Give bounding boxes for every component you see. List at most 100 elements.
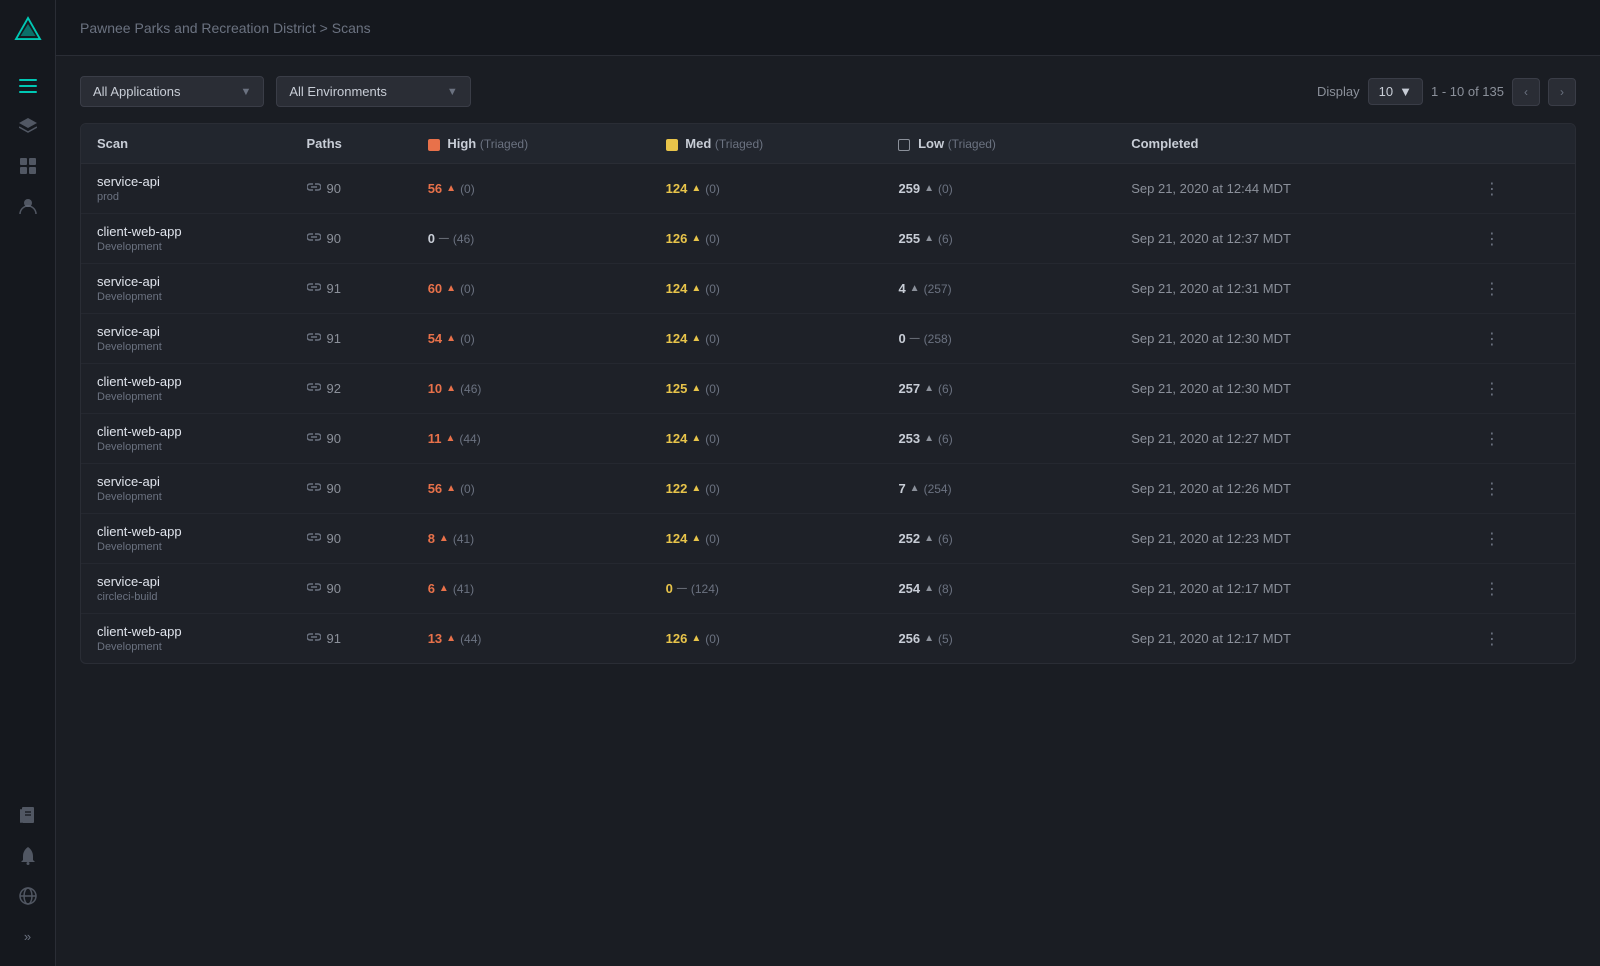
med-triaged: (0) <box>705 632 720 646</box>
applications-filter[interactable]: All Applications ▼ <box>80 76 264 107</box>
row-menu-button[interactable]: ⋮ <box>1476 175 1559 203</box>
main-content: Pawnee Parks and Recreation District > S… <box>56 0 1600 966</box>
filters-row: All Applications ▼ All Environments ▼ Di… <box>80 76 1576 107</box>
row-menu-button[interactable]: ⋮ <box>1476 475 1559 503</box>
high-num: 56 <box>428 481 442 496</box>
scans-table-container: Scan Paths High (Triaged) Med <box>80 123 1576 664</box>
high-cell: 10 ▲ (46) <box>412 364 650 414</box>
scan-env: Development <box>97 291 275 303</box>
row-actions-cell: ⋮ <box>1460 414 1575 464</box>
table-row[interactable]: client-web-app Development 90 8 ▲ <box>81 514 1575 564</box>
paths-count: 90 <box>327 231 341 246</box>
scan-name: client-web-app <box>97 424 275 439</box>
row-menu-button[interactable]: ⋮ <box>1476 425 1559 453</box>
low-cell: 253 ▲ (6) <box>882 414 1115 464</box>
high-triaged: (0) <box>460 332 475 346</box>
row-menu-button[interactable]: ⋮ <box>1476 325 1559 353</box>
low-triaged: (5) <box>938 632 953 646</box>
row-menu-button[interactable]: ⋮ <box>1476 275 1559 303</box>
table-row[interactable]: client-web-app Development 91 13 ▲ <box>81 614 1575 664</box>
med-num: 124 <box>666 281 688 296</box>
logo[interactable] <box>10 12 46 48</box>
med-color-indicator <box>666 139 678 151</box>
sidebar-expand-button[interactable]: » <box>10 918 46 954</box>
paths-count: 91 <box>327 331 341 346</box>
low-num: 7 <box>898 481 905 496</box>
low-triaged: (6) <box>938 532 953 546</box>
paths-count: 92 <box>327 381 341 396</box>
scan-name-cell: client-web-app Development <box>81 364 291 414</box>
row-menu-button[interactable]: ⋮ <box>1476 225 1559 253</box>
low-arrow-icon: ▲ <box>910 483 920 494</box>
next-page-button[interactable]: › <box>1548 78 1576 106</box>
low-triaged: (0) <box>938 182 953 196</box>
sidebar-item-notifications[interactable] <box>10 838 46 874</box>
table-row[interactable]: client-web-app Development 90 0 — <box>81 214 1575 264</box>
high-arrow-icon: ▲ <box>446 283 456 294</box>
high-num: 0 <box>428 231 435 246</box>
table-row[interactable]: client-web-app Development 90 11 ▲ <box>81 414 1575 464</box>
table-row[interactable]: client-web-app Development 92 10 ▲ <box>81 364 1575 414</box>
scan-name-cell: client-web-app Development <box>81 614 291 664</box>
med-arrow-icon: ▲ <box>691 533 701 544</box>
med-dash-icon: — <box>677 583 687 594</box>
table-row[interactable]: service-api Development 90 56 ▲ (0 <box>81 464 1575 514</box>
med-cell: 124 ▲ (0) <box>650 514 883 564</box>
scan-env: circleci-build <box>97 591 275 603</box>
topbar: Pawnee Parks and Recreation District > S… <box>56 0 1600 56</box>
prev-page-button[interactable]: ‹ <box>1512 78 1540 106</box>
scan-env: Development <box>97 391 275 403</box>
med-cell: 124 ▲ (0) <box>650 164 883 214</box>
med-cell: 0 — (124) <box>650 564 883 614</box>
sidebar-item-layers[interactable] <box>10 108 46 144</box>
completed-cell: Sep 21, 2020 at 12:30 MDT <box>1115 364 1460 414</box>
col-med: Med (Triaged) <box>650 124 883 164</box>
med-cell: 124 ▲ (0) <box>650 414 883 464</box>
sidebar-item-users[interactable] <box>10 188 46 224</box>
med-arrow-icon: ▲ <box>691 183 701 194</box>
row-menu-button[interactable]: ⋮ <box>1476 625 1559 653</box>
completed-cell: Sep 21, 2020 at 12:30 MDT <box>1115 314 1460 364</box>
sidebar-item-dashboard[interactable] <box>10 148 46 184</box>
completed-cell: Sep 21, 2020 at 12:37 MDT <box>1115 214 1460 264</box>
scan-env: Development <box>97 441 275 453</box>
med-num: 124 <box>666 431 688 446</box>
link-icon <box>307 430 321 447</box>
display-chevron: ▼ <box>1399 84 1412 99</box>
scan-env: prod <box>97 191 275 203</box>
high-triaged: (0) <box>460 482 475 496</box>
col-actions <box>1460 124 1575 164</box>
table-row[interactable]: service-api circleci-build 90 6 ▲ <box>81 564 1575 614</box>
table-row[interactable]: service-api Development 91 54 ▲ (0 <box>81 314 1575 364</box>
completed-date: Sep 21, 2020 at 12:31 MDT <box>1131 281 1291 296</box>
scan-name-cell: client-web-app Development <box>81 214 291 264</box>
completed-date: Sep 21, 2020 at 12:37 MDT <box>1131 231 1291 246</box>
row-menu-button[interactable]: ⋮ <box>1476 575 1559 603</box>
col-med-triaged: (Triaged) <box>715 137 763 151</box>
sidebar-item-globe[interactable] <box>10 878 46 914</box>
sidebar-item-book[interactable] <box>10 798 46 834</box>
low-triaged: (6) <box>938 382 953 396</box>
link-icon <box>307 280 321 297</box>
low-triaged: (257) <box>924 282 952 296</box>
completed-date: Sep 21, 2020 at 12:26 MDT <box>1131 481 1291 496</box>
table-row[interactable]: service-api prod 90 56 ▲ (0) <box>81 164 1575 214</box>
low-num: 254 <box>898 581 920 596</box>
med-num: 126 <box>666 231 688 246</box>
applications-filter-chevron: ▼ <box>240 86 251 98</box>
high-num: 54 <box>428 331 442 346</box>
low-triaged: (6) <box>938 432 953 446</box>
med-num: 0 <box>666 581 673 596</box>
low-triaged: (8) <box>938 582 953 596</box>
col-med-label: Med <box>685 136 711 151</box>
completed-date: Sep 21, 2020 at 12:17 MDT <box>1131 581 1291 596</box>
display-per-page[interactable]: 10 ▼ <box>1368 78 1423 105</box>
sidebar-item-menu[interactable] <box>10 68 46 104</box>
row-menu-button[interactable]: ⋮ <box>1476 525 1559 553</box>
paths-cell: 90 <box>291 214 412 264</box>
completed-date: Sep 21, 2020 at 12:30 MDT <box>1131 381 1291 396</box>
table-row[interactable]: service-api Development 91 60 ▲ (0 <box>81 264 1575 314</box>
environments-filter[interactable]: All Environments ▼ <box>276 76 470 107</box>
col-completed: Completed <box>1115 124 1460 164</box>
row-menu-button[interactable]: ⋮ <box>1476 375 1559 403</box>
